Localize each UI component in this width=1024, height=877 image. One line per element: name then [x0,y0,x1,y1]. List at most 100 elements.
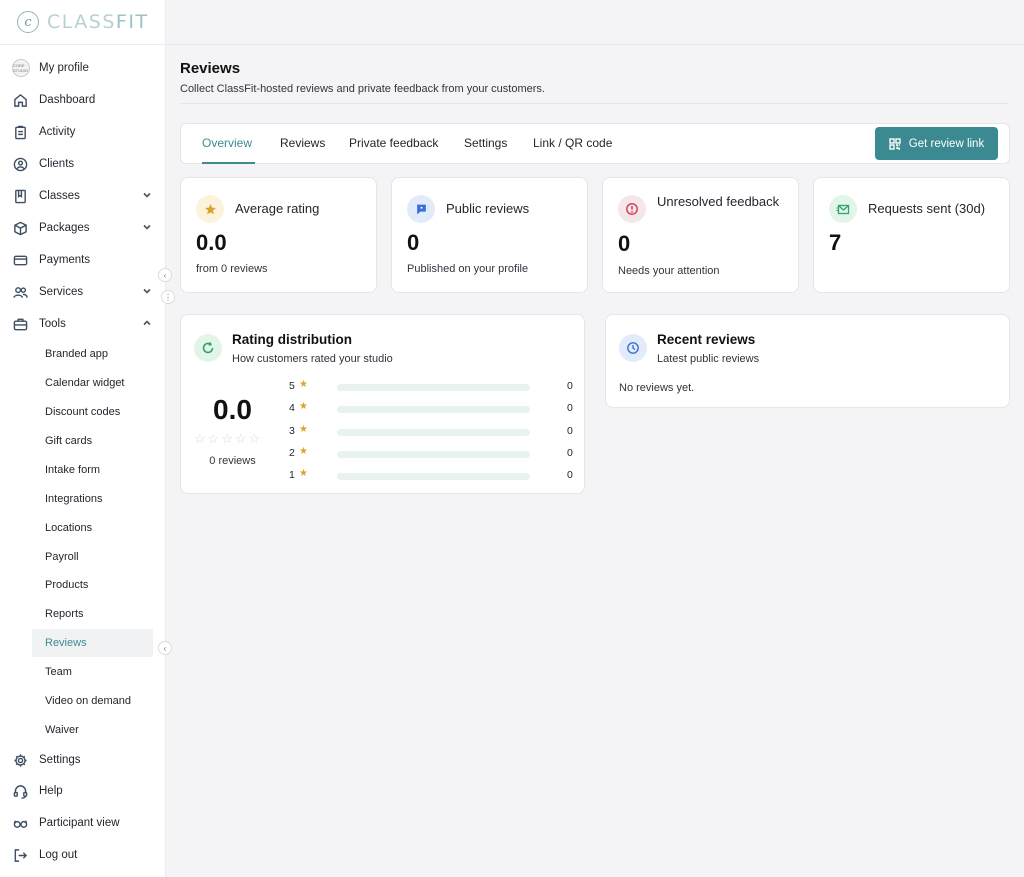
sidebar-item-label: My profile [39,62,89,74]
sidebar-item-clients[interactable]: Clients [0,149,166,179]
chevron-left-icon: ‹ [163,270,167,280]
brand-logo-icon: c [17,11,39,33]
avatar: CORE STUDIO [12,59,30,77]
sidebar-subitem-discount-codes[interactable]: Discount codes [32,398,153,426]
tab-overview[interactable]: Overview [202,136,252,150]
stat-value: 0.0 [196,230,227,255]
clock-icon [619,334,647,362]
stat-value: 7 [829,230,842,255]
page-subtitle: Collect ClassFit-hosted reviews and priv… [180,83,545,95]
chevron-up-icon[interactable] [142,318,152,331]
distribution-bar [337,473,530,480]
chevron-down-icon[interactable] [142,190,152,203]
sidebar-item-services[interactable]: Services [0,277,166,307]
logout-icon [12,847,28,863]
toolbox-icon [12,316,28,332]
chevron-down-icon[interactable] [142,222,152,235]
panel-subtitle: How customers rated your studio [232,353,393,365]
empty-star-icon: ☆ [234,431,247,446]
sidebar-subitem-reports[interactable]: Reports [32,600,153,628]
mail-icon [829,195,857,223]
refresh-icon [194,334,222,362]
stat-card-requests-sent: Requests sent (30d) 7 [813,177,1010,293]
sidebar-item-tools[interactable]: Tools [0,309,166,339]
chevron-left-icon: ‹ [163,643,167,653]
distribution-count: 0 [567,447,573,459]
people-icon [12,284,28,300]
distribution-row: 4 ★ 0 [289,401,579,416]
star-level: 4 [289,402,295,414]
home-icon [12,92,28,108]
empty-star-icon: ☆ [221,431,233,446]
tab-settings[interactable]: Settings [464,136,507,150]
gear-icon [12,752,28,768]
sidebar-subitem-gift-cards[interactable]: Gift cards [32,427,153,455]
sidebar-item-classes[interactable]: Classes [0,181,166,211]
recent-reviews-card: Recent reviews Latest public reviews No … [605,314,1010,408]
sidebar-item-participant-view[interactable]: Participant view [0,808,166,838]
distribution-bar [337,429,530,436]
sidebar-item-activity[interactable]: Activity [0,117,166,147]
tab-reviews[interactable]: Reviews [280,136,325,150]
sidebar-subitem-team[interactable]: Team [32,658,153,686]
distribution-count: 0 [567,402,573,414]
brand[interactable]: c CLASSFIT [0,0,165,45]
headset-icon [12,783,28,799]
tab-private-feedback[interactable]: Private feedback [349,136,438,150]
sidebar-item-dashboard[interactable]: Dashboard [0,85,166,115]
submenu-collapse-handle[interactable]: ‹ [158,641,172,655]
stat-label: Requests sent (30d) [868,201,986,216]
card-icon [12,252,28,268]
sidebar-item-help[interactable]: Help [0,776,166,806]
sidebar-item-label: Help [39,785,63,797]
distribution-bar [337,384,530,391]
sidebar-item-label: Tools [39,318,66,330]
stat-label: Average rating [235,201,320,216]
distribution-row: 3 ★ 0 [289,424,579,439]
sidebar-item-payments[interactable]: Payments [0,245,166,275]
clipboard-icon [12,124,28,140]
sidebar-resize-handle[interactable]: ⋮ [161,290,175,304]
sidebar-item-label: Classes [39,190,80,202]
sidebar-subitem-products[interactable]: Products [32,571,153,599]
star-icon: ★ [299,401,308,412]
sidebar-item-my-profile[interactable]: CORE STUDIO My profile [0,53,166,83]
star-icon: ★ [299,424,308,435]
qr-code-icon [889,137,901,150]
sidebar-subitem-integrations[interactable]: Integrations [32,485,153,513]
sidebar-subitem-locations[interactable]: Locations [32,514,153,542]
sidebar-item-settings[interactable]: Settings [0,745,166,775]
panel-title: Recent reviews [657,332,756,347]
sidebar-collapse-handle[interactable]: ‹ [158,268,172,282]
rating-stars: ☆ ☆ ☆ ☆ ☆ [194,431,260,447]
sidebar-item-log-out[interactable]: Log out [0,840,166,870]
sidebar-subitem-video-on-demand[interactable]: Video on demand [32,687,153,715]
sidebar-item-label: Services [39,286,84,298]
sidebar-subitem-branded-app[interactable]: Branded app [32,340,153,368]
chevron-down-icon[interactable] [142,286,152,299]
distribution-bar [337,451,530,458]
sidebar-subitem-waiver[interactable]: Waiver [32,716,153,744]
tab-link-qr-code[interactable]: Link / QR code [533,136,612,150]
sidebar-subitem-reviews[interactable]: Reviews [32,629,153,657]
stat-card-unresolved-feedback: Unresolved feedback 0 Needs your attenti… [602,177,799,293]
get-review-link-button[interactable]: Get review link [875,127,998,160]
panel-title: Rating distribution [232,332,352,347]
average-rating-value: 0.0 [213,394,252,425]
page-title: Reviews [180,60,241,77]
sidebar-item-packages[interactable]: Packages [0,213,166,243]
empty-star-icon: ☆ [248,431,261,446]
sidebar-item-label: Dashboard [39,94,96,106]
sidebar-subitem-intake-form[interactable]: Intake form [32,456,153,484]
distribution-row: 5 ★ 0 [289,379,579,394]
star-icon [196,195,224,223]
sidebar-subitem-payroll[interactable]: Payroll [32,543,153,571]
stat-footnote: Published on your profile [407,263,529,275]
stat-footnote: Needs your attention [618,265,720,277]
box-icon [12,220,28,236]
stat-value: 0 [618,231,631,256]
star-level: 1 [289,469,295,481]
book-icon [12,188,28,204]
sidebar-subitem-calendar-widget[interactable]: Calendar widget [32,369,153,397]
stat-footnote: from 0 reviews [196,263,268,275]
